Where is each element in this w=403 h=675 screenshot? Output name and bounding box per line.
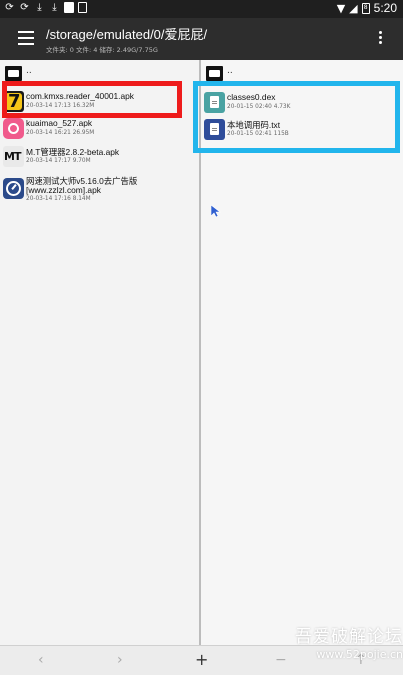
wifi-icon: ▼ (336, 1, 346, 15)
status-bar: ⟳ ⟳ ⤓ ⤓ ▼ ◢ 8 5:20 (0, 0, 403, 18)
parent-directory-row[interactable]: .. (201, 64, 403, 82)
file-meta: 20-03-14 17:16 8.14M (26, 196, 91, 202)
file-row-kuaimao[interactable]: kuaimao_527.apk 20-03-14 16:21 26.95M (0, 116, 199, 142)
status-time: 5:20 (373, 1, 397, 15)
mouse-cursor-icon (211, 205, 221, 218)
image-icon (78, 2, 87, 13)
folder-icon (5, 66, 22, 81)
sync-icon: ⟳ (20, 2, 29, 13)
mt-manager-app-icon: MT (3, 146, 24, 167)
back-button[interactable]: ‹ (38, 652, 44, 668)
notification-icons: ⟳ ⟳ ⤓ ⤓ (4, 2, 87, 13)
parent-directory-row[interactable]: .. (0, 64, 199, 82)
speedtest-app-icon (3, 178, 24, 199)
add-button[interactable]: + (195, 650, 208, 669)
notification-icon (64, 2, 74, 13)
current-path: /storage/emulated/0/爱屁屁/ (46, 27, 208, 42)
file-row-speedtest[interactable]: 网速测试大师v5.16.0去广告版 [www.zzlzl.com].apk 20… (0, 173, 199, 209)
parent-directory-label: .. (26, 66, 32, 76)
file-name-line2: [www.zzlzl.com].apk (26, 185, 101, 195)
sync-icon: ⟳ (5, 2, 14, 13)
system-icons: ▼ ◢ 8 5:20 (337, 1, 397, 15)
highlight-box-red (2, 81, 182, 118)
highlight-box-blue (193, 81, 400, 153)
app-bar: /storage/emulated/0/爱屁屁/ 文件夹: 0 文件: 4 储存… (0, 18, 403, 60)
more-options-icon[interactable] (379, 31, 383, 46)
file-row-mt-manager[interactable]: MT M.T管理器2.8.2-beta.apk 20-03-14 17:17 9… (0, 144, 199, 170)
parent-directory-label: .. (227, 66, 233, 76)
battery-icon: 8 (361, 2, 370, 14)
watermark-text: 吾爱破解论坛 (295, 627, 403, 647)
forward-button[interactable]: › (117, 652, 123, 668)
watermark-url: www.52pojie.cn (316, 648, 403, 661)
file-meta: 20-03-14 16:21 26.95M (26, 130, 95, 136)
file-meta: 20-03-14 17:17 9.70M (26, 158, 91, 164)
kuaimao-app-icon (3, 118, 24, 139)
menu-icon[interactable] (18, 31, 34, 45)
left-file-pane[interactable]: .. 7 com.kmxs.reader_40001.apk 20-03-14 … (0, 60, 201, 645)
watermark: 吾爱破解论坛 www.52pojie.cn (270, 622, 403, 661)
download-icon: ⤓ (37, 2, 42, 13)
download-icon: ⤓ (52, 2, 57, 13)
file-name: M.T管理器2.8.2-beta.apk (26, 147, 120, 157)
folder-icon (206, 66, 223, 81)
signal-icon: ◢ (349, 1, 358, 15)
file-name: kuaimao_527.apk (26, 118, 93, 128)
storage-summary: 文件夹: 0 文件: 4 储存: 2.49G/7.75G (46, 46, 158, 54)
